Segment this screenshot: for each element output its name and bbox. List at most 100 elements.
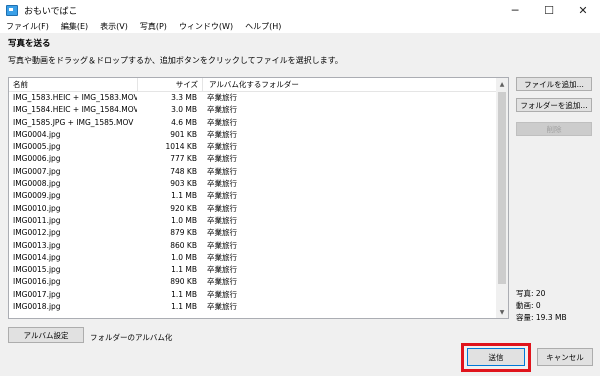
menu-bar: ファイル(F) 編集(E) 表示(V) 写真(P) ウィンドウ(W) ヘルプ(H… [0,20,600,33]
album-folder: 卒業旅行 [207,129,237,139]
scroll-up-icon[interactable]: ▲ [496,78,508,90]
album-folder: 卒業旅行 [207,142,237,152]
file-size: 903 KB [170,179,197,189]
file-name: IMG0009.jpg [13,191,61,201]
file-name: IMG_1584.HEIC + IMG_1584.MOV [13,105,137,115]
title-bar: おもいでばこ ─ ☐ ✕ [0,0,600,20]
video-count: 動画: 0 [516,301,541,310]
column-header-size[interactable]: サイズ [137,78,202,91]
album-label: フォルダーのアルバム化 [90,333,173,342]
file-row[interactable]: IMG0011.jpg 1.0 MB 卒業旅行 [9,215,508,227]
file-row[interactable]: IMG0016.jpg 890 KB 卒業旅行 [9,276,508,288]
file-size: 901 KB [170,129,197,139]
file-name: IMG0011.jpg [13,215,61,225]
scroll-thumb[interactable] [498,92,506,284]
file-size: 1.1 MB [171,265,197,275]
window-controls: ─ ☐ ✕ [498,0,600,20]
column-header-album[interactable]: アルバム化するフォルダー [202,78,329,91]
file-name: IMG0013.jpg [13,240,61,250]
file-name: IMG0018.jpg [13,302,61,312]
menu-photo[interactable]: 写真(P) [134,20,173,33]
file-row[interactable]: IMG0006.jpg 777 KB 卒業旅行 [9,153,508,165]
file-size: 1.1 MB [171,191,197,201]
file-size: 4.6 MB [171,117,197,127]
delete-button[interactable]: 削除 [516,122,592,136]
album-folder: 卒業旅行 [207,105,237,115]
file-name: IMG0004.jpg [13,129,61,139]
file-row[interactable]: IMG0013.jpg 860 KB 卒業旅行 [9,240,508,252]
menu-edit[interactable]: 編集(E) [55,20,94,33]
column-header-name[interactable]: 名前 [9,78,137,91]
file-size: 3.0 MB [171,105,197,115]
add-folder-button[interactable]: フォルダーを追加... [516,98,592,112]
album-folder: 卒業旅行 [207,302,237,312]
file-row[interactable]: IMG_1583.HEIC + IMG_1583.MOV 3.3 MB 卒業旅行 [9,92,508,104]
file-row[interactable]: IMG0009.jpg 1.1 MB 卒業旅行 [9,190,508,202]
album-folder: 卒業旅行 [207,252,237,262]
album-folder: 卒業旅行 [207,215,237,225]
album-settings-button[interactable]: アルバム設定 [8,327,84,343]
file-size: 879 KB [170,228,197,238]
file-row[interactable]: IMG0005.jpg 1014 KB 卒業旅行 [9,141,508,153]
file-row[interactable]: IMG0010.jpg 920 KB 卒業旅行 [9,203,508,215]
menu-window[interactable]: ウィンドウ(W) [173,20,239,33]
close-button[interactable]: ✕ [566,0,600,20]
menu-help[interactable]: ヘルプ(H) [239,20,287,33]
file-name: IMG0010.jpg [13,203,61,213]
file-size: 3.3 MB [171,93,197,102]
file-row[interactable]: IMG0018.jpg 1.1 MB 卒業旅行 [9,301,508,313]
file-size: 777 KB [170,154,197,164]
scroll-down-icon[interactable]: ▼ [496,306,508,318]
file-size: 1014 KB [165,142,197,152]
file-row[interactable]: IMG0015.jpg 1.1 MB 卒業旅行 [9,264,508,276]
album-folder: 卒業旅行 [207,191,237,201]
album-folder: 卒業旅行 [207,265,237,275]
menu-view[interactable]: 表示(V) [94,20,134,33]
vertical-scrollbar[interactable]: ▲ ▼ [496,78,508,318]
file-row[interactable]: IMG0007.jpg 748 KB 卒業旅行 [9,166,508,178]
file-row[interactable]: IMG0017.jpg 1.1 MB 卒業旅行 [9,289,508,301]
album-folder: 卒業旅行 [207,289,237,299]
file-size: 890 KB [170,277,197,287]
file-name: IMG0016.jpg [13,277,61,287]
window-title: おもいでばこ [24,6,78,17]
menu-file[interactable]: ファイル(F) [0,20,55,33]
album-folder: 卒業旅行 [207,203,237,213]
file-size: 1.1 MB [171,302,197,312]
album-folder: 卒業旅行 [207,228,237,238]
add-file-button[interactable]: ファイルを追加... [516,77,592,91]
file-size: 1.1 MB [171,289,197,299]
album-folder: 卒業旅行 [207,277,237,287]
minimize-button[interactable]: ─ [498,0,532,20]
file-name: IMG_1585.JPG + IMG_1585.MOV [13,117,134,127]
file-name: IMG0007.jpg [13,166,61,176]
album-folder: 卒業旅行 [207,166,237,176]
album-folder: 卒業旅行 [207,179,237,189]
album-folder: 卒業旅行 [207,117,237,127]
file-row[interactable]: IMG0008.jpg 903 KB 卒業旅行 [9,178,508,190]
file-name: IMG0012.jpg [13,228,61,238]
album-folder: 卒業旅行 [207,154,237,164]
instruction-text: 写真や動画をドラッグ＆ドロップするか、追加ボタンをクリックしてファイルを選択しま… [8,56,343,65]
album-folder: 卒業旅行 [207,240,237,250]
file-name: IMG0017.jpg [13,289,61,299]
album-folder: 卒業旅行 [207,93,237,102]
maximize-button[interactable]: ☐ [532,0,566,20]
file-name: IMG0006.jpg [13,154,61,164]
cancel-button[interactable]: キャンセル [537,348,593,366]
send-highlight [461,343,531,372]
file-row[interactable]: IMG0004.jpg 901 KB 卒業旅行 [9,129,508,141]
file-row[interactable]: IMG_1584.HEIC + IMG_1584.MOV 3.0 MB 卒業旅行 [9,104,508,116]
list-header: 名前 サイズ アルバム化するフォルダー [9,78,508,92]
file-size: 748 KB [170,166,197,176]
list-rows: IMG_1583.HEIC + IMG_1583.MOV 3.3 MB 卒業旅行 IM… [9,92,508,313]
file-size: 860 KB [170,240,197,250]
file-size: 1.0 MB [171,215,197,225]
file-name: IMG0008.jpg [13,179,61,189]
file-name: IMG0015.jpg [13,265,61,275]
file-row[interactable]: IMG0012.jpg 879 KB 卒業旅行 [9,227,508,239]
file-row[interactable]: IMG0014.jpg 1.0 MB 卒業旅行 [9,252,508,264]
section-title: 写真を送る [8,39,51,49]
file-list[interactable]: 名前 サイズ アルバム化するフォルダー IMG_1583.HEIC + IMG_… [8,77,509,319]
file-row[interactable]: IMG_1585.JPG + IMG_1585.MOV 4.6 MB 卒業旅行 [9,117,508,129]
